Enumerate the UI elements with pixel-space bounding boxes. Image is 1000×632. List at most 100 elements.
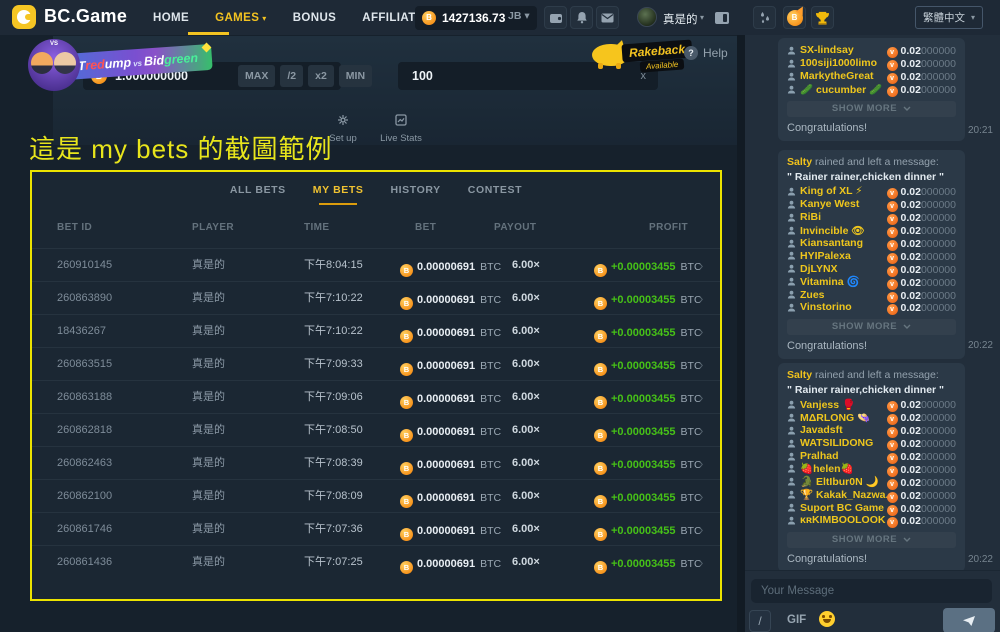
tab-all-bets[interactable]: ALL BETS — [230, 184, 286, 205]
winner-name[interactable]: Vitamina 🌀 — [800, 275, 887, 288]
btc-coin-icon: B — [422, 11, 436, 25]
logo-text[interactable]: BC.Game — [44, 6, 127, 27]
winner-name[interactable]: Suport BC Game — [800, 502, 887, 514]
row-chevron-icon[interactable]: › — [699, 546, 703, 579]
winner-name[interactable]: MarkytheGreat — [800, 70, 887, 82]
bet-amount: B0.00000691BTC — [400, 414, 501, 449]
user-avatar[interactable] — [637, 7, 657, 27]
table-row[interactable]: 260863188 真是的 下午7:09:06 B0.00000691BTC 6… — [32, 380, 720, 413]
winner-name[interactable]: RiBi — [800, 211, 887, 223]
tab-my-bets[interactable]: MY BETS — [313, 184, 364, 205]
row-chevron-icon[interactable]: › — [699, 480, 703, 513]
language-selector[interactable]: 繁體中文 ▾ — [915, 6, 983, 29]
event-banner-badge[interactable]: VS — [28, 39, 80, 91]
person-icon — [787, 187, 796, 196]
flame-coin-icon: B — [787, 10, 803, 26]
winner-name[interactable]: King of XL ⚡ — [800, 185, 887, 197]
table-row[interactable]: 260863515 真是的 下午7:09:33 B0.00000691BTC 6… — [32, 347, 720, 380]
row-chevron-icon[interactable]: › — [699, 414, 703, 447]
live-stats-button[interactable]: Live Stats — [371, 113, 431, 144]
winner-name[interactable]: Kiansantang — [800, 237, 887, 249]
chevron-down-icon: ▾ — [700, 13, 704, 22]
rain-feature-button[interactable] — [753, 6, 776, 29]
bet-amount: B0.00000691BTC — [400, 282, 501, 317]
winner-name[interactable]: Pralhad — [800, 450, 887, 462]
table-row[interactable]: 260862463 真是的 下午7:08:39 B0.00000691BTC 6… — [32, 446, 720, 479]
winner-name[interactable]: HYIPalexa — [800, 250, 887, 262]
winner-name[interactable]: Javadsft — [800, 424, 887, 436]
my-bets-table: ALL BETS MY BETS HISTORY CONTEST BET ID … — [30, 170, 722, 601]
row-chevron-icon[interactable]: › — [699, 348, 703, 381]
table-row[interactable]: 260863890 真是的 下午7:10:22 B0.00000691BTC 6… — [32, 281, 720, 314]
person-icon — [787, 303, 796, 312]
winner-name[interactable]: DjLYNX — [800, 263, 887, 275]
winner-name[interactable]: 100siji1000limo — [800, 57, 887, 69]
nav-home[interactable]: HOME — [153, 12, 189, 24]
winner-name[interactable]: ᴋʀKIMBOOLOOK — [800, 514, 887, 526]
send-button[interactable] — [943, 608, 995, 632]
winner-name[interactable]: Zues — [800, 289, 887, 301]
row-chevron-icon[interactable]: › — [699, 447, 703, 480]
table-row[interactable]: 260862818 真是的 下午7:08:50 B0.00000691BTC 6… — [32, 413, 720, 446]
notifications-button[interactable] — [570, 6, 593, 29]
double-button[interactable]: x2 — [308, 65, 334, 87]
winner-name[interactable]: 🏆 Kakak_Nazwa... — [800, 488, 887, 501]
messages-button[interactable] — [596, 6, 619, 29]
row-chevron-icon[interactable]: › — [699, 282, 703, 315]
rain-message-bubble: Salty rained and left a message: " Raine… — [778, 363, 965, 570]
row-chevron-icon[interactable]: › — [699, 513, 703, 546]
winner-name[interactable]: Vinstorino — [800, 301, 887, 313]
winner-name[interactable]: 🥒 cucumber 🥒 — [800, 83, 887, 96]
contest-button[interactable] — [811, 6, 834, 29]
tab-contest[interactable]: CONTEST — [468, 184, 522, 205]
nav-games[interactable]: GAMES▾ — [215, 12, 267, 24]
row-chevron-icon[interactable]: › — [699, 315, 703, 348]
row-chevron-icon[interactable]: › — [699, 249, 703, 282]
help-icon[interactable]: ? — [684, 46, 698, 60]
winner-name[interactable]: Vanjess 🥊 — [800, 398, 887, 411]
col-bet-id: BET ID — [57, 222, 92, 233]
bc-game-logo-icon[interactable] — [12, 5, 36, 29]
bet-time: 下午7:09:06 — [304, 381, 363, 414]
chat-toggle-button[interactable] — [710, 6, 733, 29]
profit-amount: B+0.00003455BTC — [594, 480, 702, 515]
chat-messages[interactable]: SX-lindsay v0.02000000 100siji1000limo v… — [745, 35, 1000, 570]
winner-name[interactable]: SX-lindsay — [800, 44, 887, 56]
wallet-button[interactable] — [544, 6, 567, 29]
profit-amount: B+0.00003455BTC — [594, 447, 702, 482]
table-row[interactable]: 260861746 真是的 下午7:07:36 B0.00000691BTC 6… — [32, 512, 720, 545]
table-row[interactable]: 260861436 真是的 下午7:07:25 B0.00000691BTC 6… — [32, 545, 720, 578]
nav-bonus[interactable]: BONUS — [293, 12, 337, 24]
table-row[interactable]: 260862100 真是的 下午7:08:09 B0.00000691BTC 6… — [32, 479, 720, 512]
winner-name[interactable]: WATSILIDONG — [800, 437, 887, 449]
username[interactable]: 真是的 — [663, 11, 698, 27]
row-chevron-icon[interactable]: › — [699, 381, 703, 414]
winner-name[interactable]: MΔRLONG 👒 — [800, 411, 887, 424]
help-label[interactable]: Help — [703, 46, 728, 60]
winner-name[interactable]: 🐊 EltIbur0N 🌙 — [800, 475, 887, 488]
currency-selector[interactable]: JB ▾ — [508, 10, 530, 22]
winner-name[interactable]: 🍓helen🍓 — [800, 462, 887, 475]
btc-coin-icon: B — [594, 528, 607, 541]
chat-message-input[interactable] — [751, 579, 992, 603]
rain-header: Salty rained and left a message: — [787, 156, 956, 169]
btc-coin-icon: B — [594, 396, 607, 409]
show-more-button[interactable]: SHOW MORE — [787, 101, 956, 117]
half-button[interactable]: /2 — [280, 65, 303, 87]
tab-history[interactable]: HISTORY — [390, 184, 440, 205]
person-icon — [787, 226, 796, 235]
slash-commands-button[interactable]: / — [749, 610, 771, 632]
max-button[interactable]: MAX — [238, 65, 275, 87]
winner-name[interactable]: Invincible 👁 — [800, 224, 887, 237]
min-button[interactable]: MIN — [339, 65, 372, 87]
crypto-promo-button[interactable]: B — [783, 6, 806, 29]
gif-button[interactable]: GIF — [787, 614, 806, 626]
player-name: 真是的 — [192, 282, 225, 315]
show-more-button[interactable]: SHOW MORE — [787, 319, 956, 335]
winner-name[interactable]: Kanye West — [800, 198, 887, 210]
emoji-button[interactable] — [819, 611, 835, 627]
show-more-button[interactable]: SHOW MORE — [787, 532, 956, 548]
person-icon — [787, 477, 796, 486]
table-row[interactable]: 260910145 真是的 下午8:04:15 B0.00000691BTC 6… — [32, 248, 720, 281]
table-row[interactable]: 18436267 真是的 下午7:10:22 B0.00000691BTC 6.… — [32, 314, 720, 347]
